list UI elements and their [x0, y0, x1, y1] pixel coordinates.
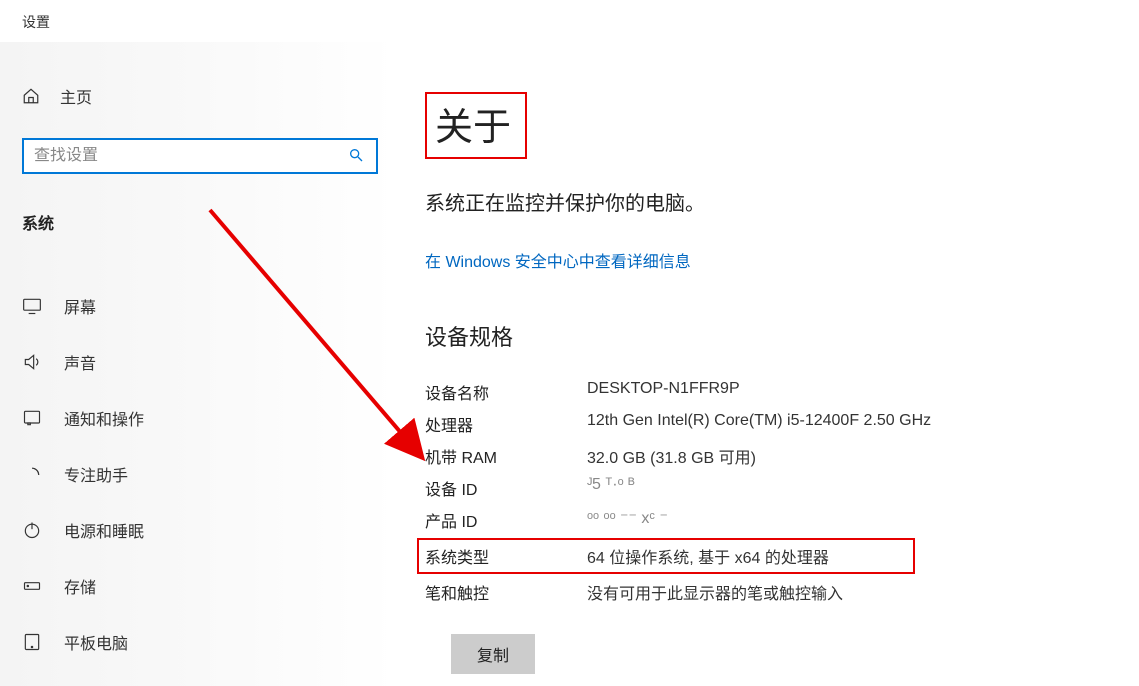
spec-row-ram: 机带 RAM 32.0 GB (31.8 GB 可用) — [425, 440, 1139, 472]
spec-row-processor: 处理器 12th Gen Intel(R) Core(TM) i5-12400F… — [425, 408, 1139, 440]
sound-icon — [22, 352, 42, 372]
sidebar-item-label: 专注助手 — [64, 462, 128, 486]
sidebar-item-label: 电源和睡眠 — [64, 518, 144, 542]
spec-row-device-name: 设备名称 DESKTOP-N1FFR9P — [425, 376, 1139, 408]
status-text: 系统正在监控并保护你的电脑。 — [425, 187, 1139, 216]
spec-row-product-id: 产品 ID ᵒᵒ ᵒᵒ ⁻⁻ xᶜ ⁻ — [425, 504, 1139, 536]
spec-value: 32.0 GB (31.8 GB 可用) — [587, 444, 756, 468]
notification-icon — [22, 408, 42, 428]
spec-value: 64 位操作系统, 基于 x64 的处理器 — [587, 544, 829, 568]
sidebar-item-label: 声音 — [64, 350, 96, 374]
home-icon — [22, 87, 40, 105]
spec-table: 设备名称 DESKTOP-N1FFR9P 处理器 12th Gen Intel(… — [425, 376, 1139, 608]
spec-value: 12th Gen Intel(R) Core(TM) i5-12400F 2.5… — [587, 412, 931, 436]
power-icon — [22, 520, 42, 540]
spec-row-system-type: 系统类型 64 位操作系统, 基于 x64 的处理器 — [417, 538, 915, 574]
spec-heading: 设备规格 — [425, 320, 1139, 352]
storage-icon — [22, 576, 42, 596]
security-link[interactable]: 在 Windows 安全中心中查看详细信息 — [425, 248, 1139, 272]
spec-row-pen-touch: 笔和触控 没有可用于此显示器的笔或触控输入 — [425, 576, 1139, 608]
focus-icon — [22, 464, 42, 484]
search-icon — [348, 147, 366, 165]
spec-label: 处理器 — [425, 412, 587, 436]
window-title: 设置 — [0, 0, 1139, 42]
spec-label: 产品 ID — [425, 508, 587, 532]
sidebar-item-display[interactable]: 屏幕 — [22, 278, 395, 334]
spec-value: ᴶ5 ᵀ·ᵒ ᴮ — [587, 476, 635, 500]
sidebar-item-label: 平板电脑 — [64, 630, 128, 654]
home-label: 主页 — [60, 84, 92, 108]
display-icon — [22, 296, 42, 316]
sidebar-item-tablet[interactable]: 平板电脑 — [22, 614, 395, 670]
nav-list: 屏幕 声音 通知和操作 — [22, 278, 395, 670]
spec-row-device-id: 设备 ID ᴶ5 ᵀ·ᵒ ᴮ — [425, 472, 1139, 504]
tablet-icon — [22, 632, 42, 652]
sidebar-item-label: 屏幕 — [64, 294, 96, 318]
page-heading: 关于 — [425, 92, 527, 159]
sidebar-item-storage[interactable]: 存储 — [22, 558, 395, 614]
spec-label: 设备 ID — [425, 476, 587, 500]
spec-label: 设备名称 — [425, 380, 587, 404]
sidebar-item-notifications[interactable]: 通知和操作 — [22, 390, 395, 446]
spec-label: 系统类型 — [425, 544, 587, 568]
spec-label: 机带 RAM — [425, 444, 587, 468]
sidebar-item-sound[interactable]: 声音 — [22, 334, 395, 390]
sidebar-item-label: 存储 — [64, 574, 96, 598]
sidebar-item-power[interactable]: 电源和睡眠 — [22, 502, 395, 558]
spec-value: ᵒᵒ ᵒᵒ ⁻⁻ xᶜ ⁻ — [587, 508, 668, 532]
spec-label: 笔和触控 — [425, 580, 587, 604]
sidebar: 主页 系统 屏幕 — [0, 42, 395, 686]
spec-value: DESKTOP-N1FFR9P — [587, 380, 740, 404]
search-input[interactable] — [34, 147, 348, 165]
search-box[interactable] — [22, 138, 378, 174]
spec-value: 没有可用于此显示器的笔或触控输入 — [587, 580, 843, 604]
copy-button[interactable]: 复制 — [451, 634, 535, 674]
sidebar-section-title: 系统 — [22, 210, 395, 234]
main-content: 关于 系统正在监控并保护你的电脑。 在 Windows 安全中心中查看详细信息 … — [395, 42, 1139, 686]
sidebar-item-label: 通知和操作 — [64, 406, 144, 430]
home-link[interactable]: 主页 — [22, 70, 395, 122]
sidebar-item-focus[interactable]: 专注助手 — [22, 446, 395, 502]
